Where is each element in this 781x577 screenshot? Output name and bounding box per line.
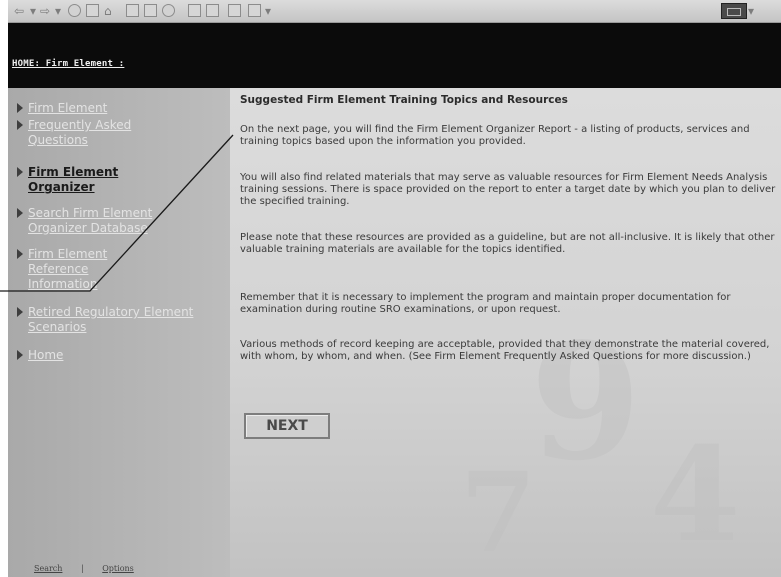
paragraph-record-keeping: Various methods of record keeping are ac…	[240, 339, 770, 362]
sidebar-footer: Search | Options	[34, 564, 150, 573]
paragraph-guideline: Please note that these resources are pro…	[240, 232, 775, 255]
footer-separator: |	[81, 564, 84, 573]
arrow-right-icon	[17, 249, 23, 259]
print-icon[interactable]	[206, 4, 219, 17]
sidebar-item-home[interactable]: Home	[17, 348, 208, 363]
discuss-icon[interactable]	[248, 4, 261, 17]
forward-icon[interactable]: ⇨	[40, 4, 50, 18]
paragraph-documentation: Remember that it is necessary to impleme…	[240, 292, 731, 315]
background-watermark: 9	[530, 308, 642, 496]
breadcrumb-home-link[interactable]: HOME: Firm Element :	[12, 59, 124, 69]
page-header: HOME: Firm Element :	[8, 23, 781, 88]
background-watermark: 7	[460, 448, 537, 577]
arrow-right-icon	[17, 120, 23, 130]
sidebar-item-label[interactable]: Firm Element	[28, 101, 208, 116]
sidebar-item-firm-element[interactable]: Firm Element	[17, 101, 208, 116]
sidebar-item-label[interactable]: Search Firm Element Organizer Database	[28, 206, 208, 236]
mail-icon[interactable]	[188, 4, 201, 17]
sidebar-item-label[interactable]: Firm Element Organizer	[28, 165, 138, 195]
dropdown-icon[interactable]: ▾	[30, 4, 36, 18]
arrow-right-icon	[17, 103, 23, 113]
browser-window: ⇦ ▾ ⇨ ▾ ⌂ ▾ ▾ HOME: Firm Element : Firm …	[8, 0, 781, 577]
arrow-right-icon	[17, 307, 23, 317]
sidebar-item-reference-info[interactable]: Firm Element Reference Information	[17, 247, 138, 292]
sidebar-item-label[interactable]: Frequently Asked Questions	[28, 118, 178, 148]
main-content: 9 4 7 Suggested Firm Element Training To…	[230, 88, 781, 577]
dropdown-icon[interactable]: ▾	[265, 4, 271, 18]
dropdown-icon[interactable]: ▾	[55, 4, 61, 18]
paragraph-intro: On the next page, you will find the Firm…	[240, 124, 750, 147]
arrow-right-icon	[17, 350, 23, 360]
sidebar-item-label[interactable]: Firm Element Reference Information	[28, 247, 138, 292]
history-icon[interactable]	[162, 4, 175, 17]
sidebar-nav: Firm Element Frequently Asked Questions …	[8, 88, 230, 577]
sidebar-item-search-database[interactable]: Search Firm Element Organizer Database	[17, 206, 208, 236]
back-icon[interactable]: ⇦	[14, 4, 24, 18]
edit-icon[interactable]	[228, 4, 241, 17]
search-link[interactable]: Search	[34, 564, 62, 573]
arrow-right-icon	[17, 208, 23, 218]
page-title: Suggested Firm Element Training Topics a…	[240, 94, 568, 106]
home-icon[interactable]: ⌂	[104, 4, 112, 18]
sidebar-item-label[interactable]: Home	[28, 348, 208, 363]
options-link[interactable]: Options	[102, 564, 134, 573]
dropdown-icon[interactable]: ▾	[748, 4, 754, 18]
sidebar-item-faq[interactable]: Frequently Asked Questions	[17, 118, 178, 148]
refresh-icon[interactable]	[86, 4, 99, 17]
sidebar-item-organizer[interactable]: Firm Element Organizer	[17, 165, 138, 195]
arrow-right-icon	[17, 167, 23, 177]
paragraph-materials: You will also find related materials tha…	[240, 172, 776, 207]
sidebar-item-label[interactable]: Retired Regulatory Element Scenarios	[28, 305, 208, 335]
sidebar-item-retired-scenarios[interactable]: Retired Regulatory Element Scenarios	[17, 305, 208, 335]
windows-logo-icon[interactable]	[721, 3, 747, 19]
background-watermark: 4	[650, 418, 741, 571]
next-button[interactable]: NEXT	[244, 413, 330, 439]
favorites-icon[interactable]	[144, 4, 157, 17]
browser-toolbar: ⇦ ▾ ⇨ ▾ ⌂ ▾ ▾	[8, 0, 781, 23]
stop-icon[interactable]	[68, 4, 81, 17]
search-icon[interactable]	[126, 4, 139, 17]
